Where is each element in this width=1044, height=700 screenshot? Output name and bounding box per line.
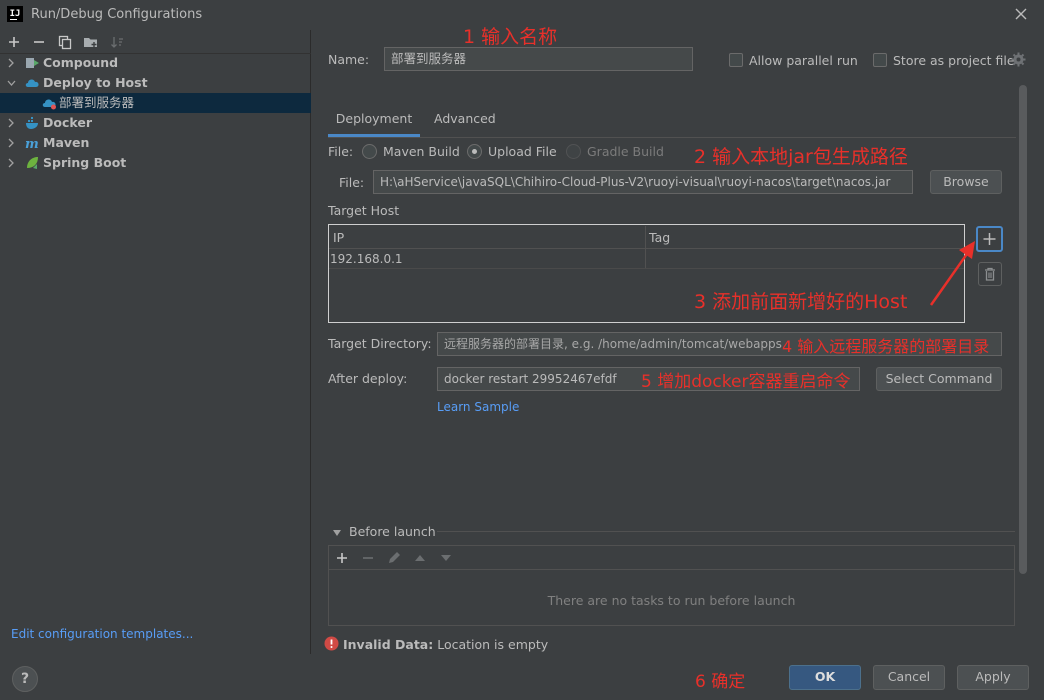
edit-configuration-templates-link[interactable]: Edit configuration templates... (11, 627, 193, 641)
move-to-folder-button[interactable] (82, 33, 100, 51)
upload-file-radio[interactable] (467, 144, 482, 159)
gear-icon (1011, 52, 1026, 67)
column-header-ip[interactable]: IP (333, 227, 344, 248)
move-task-up-button[interactable] (411, 549, 429, 570)
tree-item-deploy-to-server[interactable]: 部署到服务器 (0, 93, 311, 113)
section-divider (437, 531, 1015, 532)
tree-item-maven[interactable]: m Maven (0, 133, 311, 153)
before-launch-title: Before launch (349, 524, 436, 539)
tree-item-deploy-to-host[interactable]: Deploy to Host (0, 73, 311, 93)
cloud-upload-icon (42, 96, 57, 110)
validation-message: Invalid Data: Location is empty (343, 637, 548, 652)
tree-item-label: Spring Boot (43, 155, 127, 170)
tab-separator (328, 137, 1016, 138)
arrow-down-icon (441, 555, 451, 561)
arrow-up-icon (415, 555, 425, 561)
plus-icon (337, 553, 347, 563)
window-title: Run/Debug Configurations (31, 7, 203, 22)
pencil-icon (389, 552, 400, 563)
tree-item-spring-boot[interactable]: Spring Boot (0, 153, 311, 173)
before-launch-empty-text: There are no tasks to run before launch (547, 593, 796, 608)
validation-title: Invalid Data: (343, 637, 434, 652)
tab-deployment[interactable]: Deployment (328, 108, 420, 136)
select-command-button[interactable]: Select Command (876, 367, 1002, 391)
annotation-step-1: 1 输入名称 (463, 26, 558, 48)
annotation-step-6: 6 确定 (695, 672, 746, 692)
plus-icon (9, 37, 19, 47)
compound-icon (25, 56, 40, 70)
close-button[interactable] (1010, 3, 1032, 25)
name-label: Name: (328, 52, 370, 67)
before-launch-toggle[interactable] (332, 526, 342, 541)
tree-item-label: Deploy to Host (43, 75, 148, 90)
file-type-label: File: (328, 144, 354, 159)
file-path-input[interactable]: H:\aHService\javaSQL\Chihiro-Cloud-Plus-… (373, 170, 913, 194)
gradle-build-radio[interactable] (566, 144, 581, 159)
tree-item-label: Docker (43, 115, 92, 130)
spring-boot-icon (25, 156, 40, 170)
learn-sample-link[interactable]: Learn Sample (437, 400, 519, 414)
tree-item-label: Compound (43, 55, 119, 70)
add-configuration-button[interactable] (5, 33, 23, 51)
tree-item-label: 部署到服务器 (59, 95, 135, 110)
before-launch-toolbar (329, 546, 1014, 570)
tree-item-compound[interactable]: Compound (0, 53, 311, 73)
copy-icon (58, 35, 72, 50)
vertical-scrollbar[interactable] (1019, 85, 1027, 574)
table-row[interactable] (329, 249, 964, 269)
store-as-project-checkbox[interactable] (873, 53, 887, 67)
browse-button[interactable]: Browse (930, 170, 1002, 194)
minus-icon (34, 41, 44, 43)
store-as-project-label: Store as project file (893, 53, 1015, 68)
svg-text:m: m (25, 137, 39, 150)
docker-icon (25, 116, 40, 130)
upload-file-label: Upload File (488, 144, 557, 159)
add-task-button[interactable] (333, 549, 351, 570)
column-header-tag[interactable]: Tag (649, 227, 670, 248)
copy-configuration-button[interactable] (56, 33, 74, 51)
sort-configurations-button[interactable] (108, 33, 126, 51)
close-icon (1015, 8, 1027, 20)
chevron-right-icon (6, 153, 16, 179)
annotation-step-5: 5 增加docker容器重启命令 (641, 372, 851, 392)
gradle-build-label: Gradle Build (587, 144, 664, 159)
tab-advanced[interactable]: Advanced (434, 108, 496, 136)
target-host-label: Target Host (328, 203, 400, 218)
edit-task-button[interactable] (385, 549, 403, 570)
error-icon (324, 636, 339, 654)
tree-item-label: Maven (43, 135, 90, 150)
chevron-down-icon (333, 530, 341, 536)
apply-button[interactable]: Apply (957, 665, 1029, 690)
annotation-step-4: 4 输入远程服务器的部署目录 (782, 337, 990, 356)
configurations-toolbar (0, 30, 311, 54)
maven-build-label: Maven Build (383, 144, 460, 159)
folder-plus-icon (84, 38, 97, 47)
allow-parallel-label: Allow parallel run (749, 53, 858, 68)
tree-item-docker[interactable]: Docker (0, 113, 311, 133)
file-path-label: File: (339, 175, 365, 190)
remove-task-button[interactable] (359, 549, 377, 570)
settings-gear-button[interactable] (1011, 52, 1026, 70)
host-table-header (329, 226, 964, 249)
annotation-step-3: 3 添加前面新增好的Host (694, 291, 908, 313)
maven-build-radio[interactable] (362, 144, 377, 159)
cloud-upload-icon (25, 76, 40, 90)
host-ip-cell[interactable]: 192.168.0.1 (330, 250, 403, 268)
cancel-button[interactable]: Cancel (873, 665, 945, 690)
annotation-step-2: 2 输入本地jar包生成路径 (694, 146, 908, 168)
intellij-logo-icon: IJ (7, 6, 23, 22)
minus-icon (363, 557, 373, 559)
target-directory-label: Target Directory: (328, 336, 432, 351)
sort-icon (111, 37, 123, 48)
remove-configuration-button[interactable] (30, 33, 48, 51)
after-deploy-label: After deploy: (328, 371, 408, 386)
help-button[interactable]: ? (12, 666, 38, 692)
ok-button[interactable]: OK (789, 665, 861, 690)
allow-parallel-checkbox[interactable] (729, 53, 743, 67)
move-task-down-button[interactable] (437, 549, 455, 570)
validation-text: Location is empty (437, 637, 549, 652)
name-input[interactable]: 部署到服务器 (384, 47, 693, 71)
annotation-arrow (925, 235, 985, 313)
maven-icon: m (25, 136, 40, 152)
